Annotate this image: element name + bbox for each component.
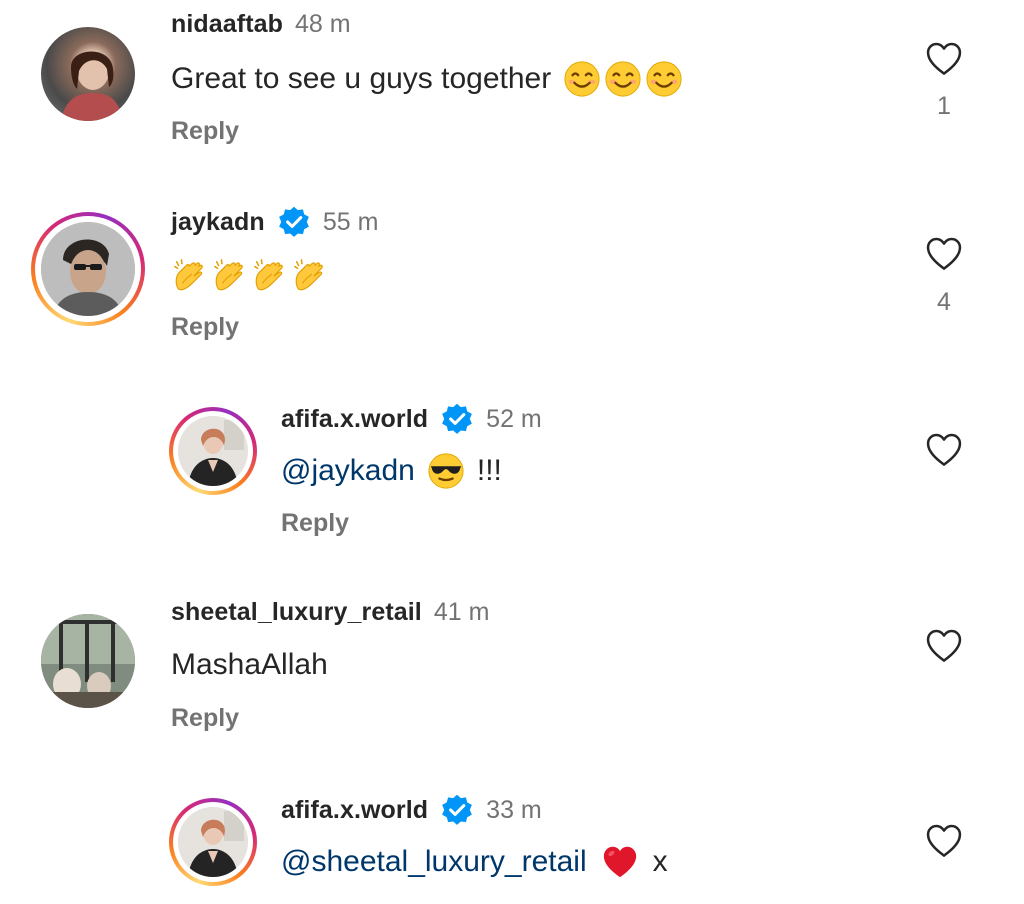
reply-button[interactable]: Reply (281, 509, 349, 538)
comment-text: Great to see u guys together (171, 60, 683, 98)
sunglasses-face-emoji-icon (427, 452, 465, 490)
like-count: 4 (937, 288, 951, 316)
avatar[interactable] (41, 614, 135, 708)
comment-nidaaftab: nidaaftab 48 m Great to see u guys toget… (0, 0, 1024, 180)
comment-sheetal: sheetal_luxury_retail 41 m MashaAllah Re… (0, 588, 1024, 768)
username[interactable]: sheetal_luxury_retail (171, 598, 422, 627)
smiling-face-emoji-icon (563, 60, 601, 98)
comment-text (171, 257, 329, 295)
comment-body: Great to see u guys together (171, 62, 552, 95)
verified-badge-icon (440, 793, 474, 827)
comment-text: @sheetal_luxury_retail x (281, 843, 668, 881)
comment-body: MashaAllah (171, 648, 328, 681)
reply-button[interactable]: Reply (171, 313, 239, 342)
avatar-story-ring[interactable] (169, 798, 257, 886)
heart-icon[interactable] (922, 626, 966, 666)
heart-icon[interactable] (922, 430, 966, 470)
timestamp: 33 m (486, 795, 542, 824)
comment-suffix: x (652, 845, 668, 878)
comment-suffix: !!! (476, 454, 502, 487)
mention-link[interactable]: @sheetal_luxury_retail (281, 845, 587, 879)
mention-link[interactable]: @jaykadn (281, 454, 415, 488)
comment-jaykadn: jaykadn 55 m Reply 4 (0, 195, 1024, 375)
reply-comment-afifa-2: afifa.x.world 33 m @sheetal_luxury_retai… (0, 783, 1024, 904)
avatar (178, 416, 248, 486)
avatar-story-ring[interactable] (169, 407, 257, 495)
heart-icon[interactable] (922, 234, 966, 274)
avatar (41, 222, 135, 316)
verified-badge-icon (440, 402, 474, 436)
clapping-hands-emoji-icon (211, 257, 249, 295)
heart-icon[interactable] (922, 39, 966, 79)
avatar[interactable] (41, 27, 135, 121)
avatar (178, 807, 248, 877)
username[interactable]: nidaaftab (171, 10, 283, 39)
red-heart-emoji-icon (601, 843, 639, 881)
comment-text: @jaykadn !!! (281, 452, 502, 490)
username[interactable]: afifa.x.world (281, 796, 428, 825)
username[interactable]: afifa.x.world (281, 405, 428, 434)
comment-text: MashaAllah (171, 648, 328, 682)
reply-button[interactable]: Reply (171, 117, 239, 146)
avatar-story-ring[interactable] (31, 212, 145, 326)
username[interactable]: jaykadn (171, 208, 265, 237)
timestamp: 41 m (433, 598, 490, 626)
timestamp: 48 m (295, 10, 351, 38)
smiling-face-emoji-icon (604, 60, 642, 98)
smiling-face-emoji-icon (645, 60, 683, 98)
like-count: 1 (937, 92, 951, 120)
clapping-hands-emoji-icon (291, 257, 329, 295)
reply-comment-afifa: afifa.x.world 52 m @jaykadn !!! Reply (0, 392, 1024, 572)
timestamp: 55 m (322, 207, 379, 236)
clapping-hands-emoji-icon (251, 257, 289, 295)
timestamp: 52 m (486, 404, 542, 433)
clapping-hands-emoji-icon (171, 257, 209, 295)
reply-button[interactable]: Reply (171, 704, 239, 733)
verified-badge-icon (277, 205, 311, 239)
heart-icon[interactable] (922, 821, 966, 861)
